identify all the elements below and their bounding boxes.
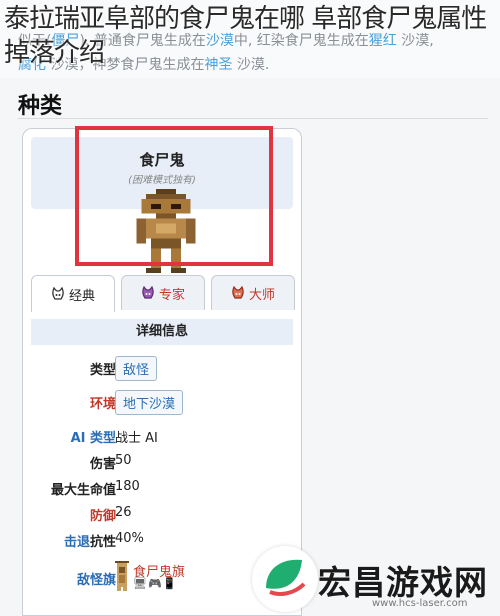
ghoul-sprite-image	[136, 189, 196, 273]
stat-row-environment: 环境 地下沙漠	[23, 389, 301, 415]
stat-label-knockback-resistance: 击退抗性	[64, 531, 116, 550]
environment-link-underground-desert[interactable]: 地下沙漠	[115, 390, 184, 415]
stat-label-defense[interactable]: 防御	[90, 505, 116, 524]
npc-infobox: 食尸鬼 (困难模式独有) 经典 专家 大师 详细信息 类型 敌怪 环境 地下沙漠…	[22, 128, 302, 616]
stat-label-banner[interactable]: 敌怪旗	[77, 569, 116, 588]
leaf-logo-icon	[266, 559, 306, 596]
overlay-title: 泰拉瑞亚阜部的食尸鬼在哪 阜部食尸鬼属性掉落介绍	[4, 4, 487, 68]
stat-row-type: 类型 敌怪	[23, 355, 301, 381]
stat-value-knockback-resistance: 40%	[115, 531, 144, 546]
stat-value-damage: 50	[115, 453, 132, 468]
npc-name: 食尸鬼	[139, 151, 185, 169]
stat-label-environment[interactable]: 环境	[90, 393, 116, 412]
tab-master-label: 大师	[248, 287, 275, 303]
stat-label-type: 类型	[89, 363, 116, 378]
stat-value-max-hp: 180	[115, 479, 140, 494]
tab-classic[interactable]: 经典	[31, 275, 115, 312]
stat-value-defense: 26	[115, 505, 132, 520]
tab-classic-label: 经典	[68, 288, 95, 304]
stat-value-ai-type: 战士 AI	[115, 431, 158, 446]
stat-row-max-hp: 最大生命值 180	[23, 475, 301, 501]
difficulty-tabs: 经典 专家 大师	[31, 275, 295, 312]
details-header: 详细信息	[31, 319, 293, 345]
watermark-url: www.hcs-laser.com	[372, 598, 468, 609]
stat-row-defense: 防御 26	[23, 501, 301, 527]
watermark-brand: 宏昌游戏网	[318, 563, 488, 602]
expert-mode-icon	[142, 285, 154, 299]
type-link-enemy[interactable]: 敌怪	[115, 356, 158, 381]
knockback-label-rest: 抗性	[89, 535, 116, 550]
banner-icon[interactable]	[115, 561, 129, 591]
stat-row-ai: AI 类型 战士 AI	[23, 423, 301, 449]
stat-label-damage: 伤害	[89, 457, 116, 472]
knockback-link[interactable]: 击退	[64, 535, 90, 550]
classic-mode-icon	[52, 286, 64, 300]
master-mode-icon	[232, 285, 244, 299]
section-divider	[18, 118, 488, 119]
platform-icons: 🖥🎮📱	[133, 577, 178, 590]
stat-row-damage: 伤害 50	[23, 449, 301, 475]
stat-label-ai-type[interactable]: AI 类型	[71, 427, 116, 446]
section-heading-types: 种类	[18, 94, 63, 119]
tab-expert[interactable]: 专家	[121, 275, 205, 310]
stat-label-max-hp: 最大生命值	[50, 483, 116, 498]
watermark-logo-icon	[252, 546, 318, 612]
npc-subtitle: (困难模式独有)	[128, 175, 196, 186]
tab-expert-label: 专家	[158, 287, 185, 303]
tab-master[interactable]: 大师	[211, 275, 295, 310]
